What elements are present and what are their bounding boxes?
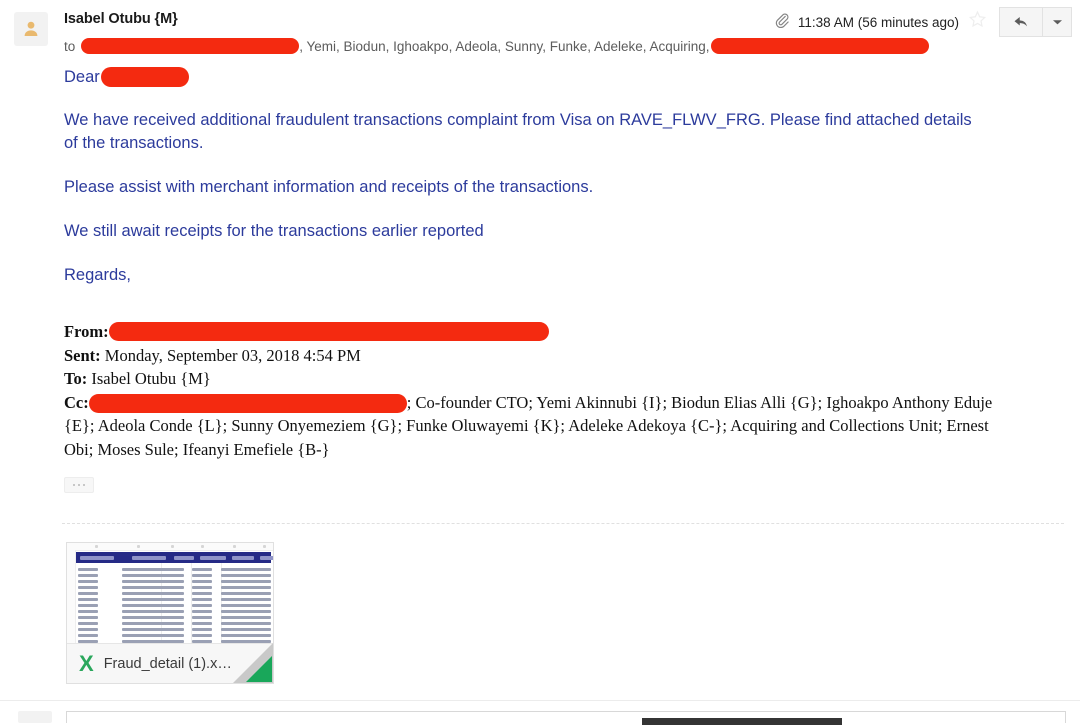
redacted-recipient-primary [81,38,300,54]
reply-input-box[interactable] [66,711,1066,725]
quoted-from-label: From: [64,322,109,341]
attachment-thumbnail[interactable] [67,543,273,645]
show-trimmed-content-button[interactable] [64,477,94,493]
attachment-filename[interactable]: Fraud_detail (1).x… [104,656,232,672]
person-avatar-icon [24,21,38,36]
quoted-sent-value: Monday, September 03, 2018 4:54 PM [104,345,361,365]
chevron-down-icon [1052,20,1062,25]
attachment-footer[interactable]: X Fraud_detail (1).x… [67,643,273,683]
quoted-message-header: From: Sent: Monday, September 03, 2018 4… [64,320,1054,461]
greeting-text: Dear [64,67,100,86]
reply-compose-area[interactable] [0,710,1080,725]
body-paragraph-1: We have received additional fraudulent t… [64,111,972,152]
excel-x-icon: X [79,650,94,676]
to-label: to [64,38,76,54]
bottom-divider [0,700,1080,701]
quoted-to-value: Isabel Otubu {M} [91,369,211,388]
sender-name[interactable]: Isabel Otubu {M} [64,11,178,27]
spreadsheet-header-row [76,552,273,563]
quoted-to-line: To: Isabel Otubu {M} [64,367,1054,391]
greeting-line: Dear [64,62,1064,92]
redacted-from-address [108,322,549,342]
reply-button[interactable] [999,7,1043,37]
reply-button-group [999,7,1072,37]
message-header-actions: 11:38 AM (56 minutes ago) [774,0,1080,44]
ellipsis-dot-icon [77,483,81,487]
quoted-sent-label: Sent: [64,345,101,365]
message-header: Isabel Otubu {M} to , Yemi, Biodun, Igho… [0,0,1080,62]
quoted-sent-line: Sent: Monday, September 03, 2018 4:54 PM [64,344,1054,368]
spreadsheet-row-header-bar [67,550,76,645]
ellipsis-dot-icon [82,483,86,487]
message-body: Dear We have received additional fraudul… [64,62,1064,287]
body-paragraph-2: Please assist with merchant information … [64,178,594,196]
star-outline-icon[interactable] [968,10,987,34]
attachment-corner-fold-icon [233,643,273,683]
quoted-from-line: From: [64,320,1054,344]
quoted-cc-value-2: {E}; Adeola Conde {L}; Sunny Onyemeziem … [64,416,989,435]
body-paragraph-3: We still await receipts for the transact… [64,222,484,240]
reply-arrow-icon [1014,16,1027,27]
quoted-cc-label: Cc: [64,392,89,412]
quoted-cc-value-3: Obi; Moses Sule; Ifeanyi Emefiele {B-} [64,439,330,459]
timestamp: 11:38 AM (56 minutes ago) [797,14,959,30]
body-signoff: Regards, [64,266,131,284]
quoted-to-label: To: [64,369,88,388]
reply-avatar [18,711,52,723]
recipients-names: , Yemi, Biodun, Ighoakpo, Adeola, Sunny,… [299,38,710,54]
quoted-cc-value-1: ; Co-founder CTO; Yemi Akinnubi {I}; Bio… [406,392,993,412]
spreadsheet-preview [67,543,273,645]
attachment-card[interactable]: X Fraud_detail (1).x… [66,542,274,684]
spreadsheet-column-header-bar [67,543,273,551]
redacted-cc-address [88,394,407,414]
attachment-separator [62,523,1064,524]
ellipsis-dot-icon [72,483,76,487]
quoted-cc-line: Cc: ; Co-founder CTO; Yemi Akinnubi {I}; … [64,391,1054,462]
avatar[interactable] [14,12,48,46]
reply-toolbar-element[interactable] [642,718,842,725]
message-more-options-button[interactable] [1043,7,1072,37]
paperclip-icon [774,12,790,33]
redacted-greeting-name [100,67,189,87]
